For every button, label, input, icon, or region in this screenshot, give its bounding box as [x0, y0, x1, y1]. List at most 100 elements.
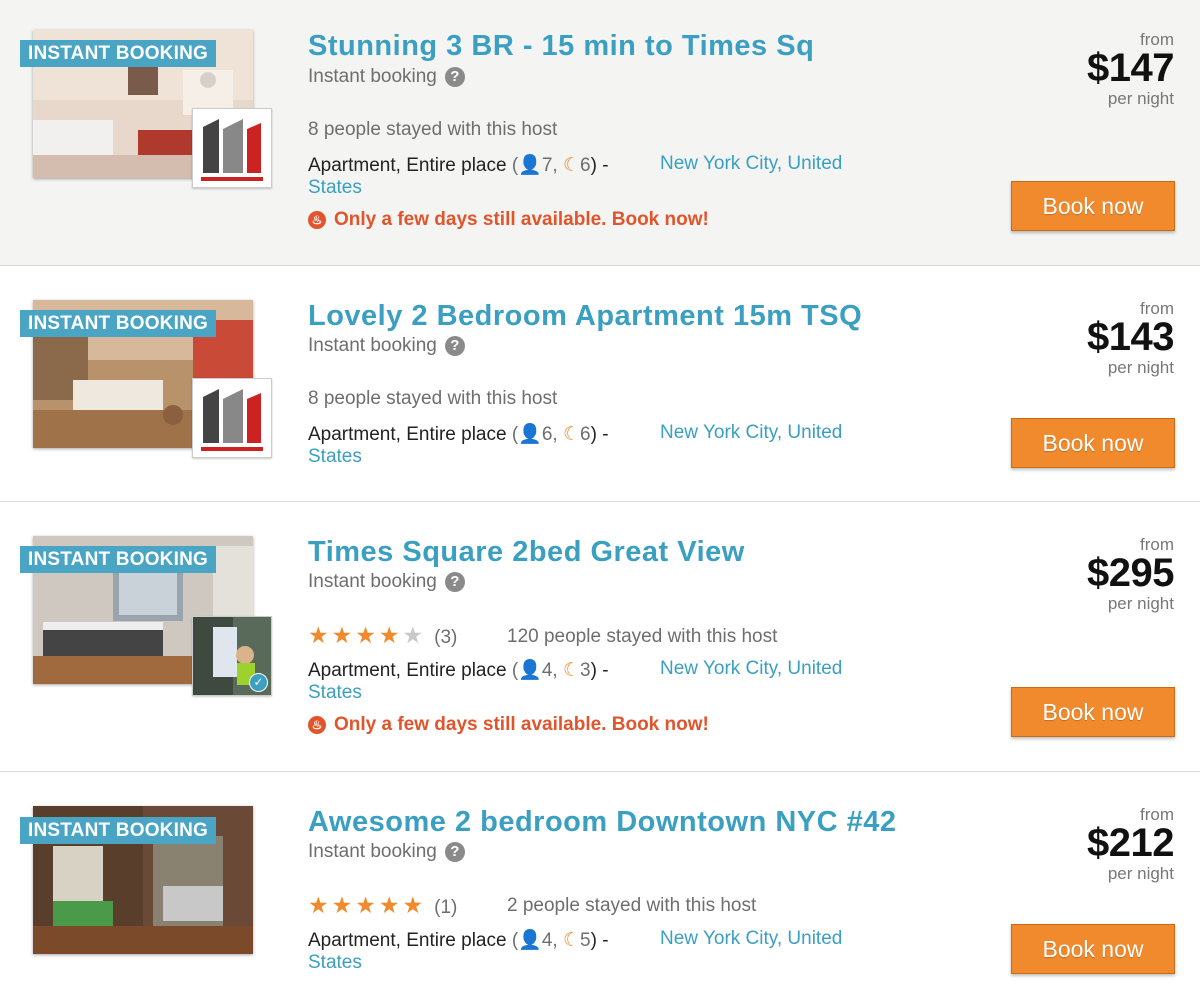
urgency-text: Only a few days still available. Book no… [334, 714, 709, 735]
price-per-night-label: per night [1107, 594, 1174, 613]
price-value: $143 [1087, 315, 1174, 359]
bedroom-moon-icon: ☾ [562, 930, 581, 951]
star-row: ★ ★ ★ ★ ★ [308, 622, 426, 648]
location-link[interactable]: New York City, United [660, 928, 842, 950]
book-now-button[interactable]: Book now [1011, 418, 1175, 468]
listing-details: Apartment, Entire place (👤4, ☾3) - [308, 658, 609, 682]
rating-count: (3) [434, 627, 458, 648]
listing-card: INSTANT BOOKING Stunning 3 BR - 15 min t… [0, 0, 1200, 266]
listing-details: Apartment, Entire place (👤4, ☾5) - [308, 928, 609, 952]
instant-booking-line: Instant booking? [308, 571, 465, 593]
price-per-night-label: per night [1107, 864, 1174, 883]
location-link[interactable]: New York City, United [660, 422, 842, 444]
urgency-notice: ♨ Only a few days still available. Book n… [308, 714, 709, 736]
bedroom-moon-icon: ☾ [562, 155, 581, 176]
star-filled-icon: ★ [402, 892, 424, 918]
fire-icon: ♨ [308, 716, 326, 734]
location-link[interactable]: New York City, United [660, 153, 842, 175]
help-icon[interactable]: ? [444, 572, 465, 592]
price-value: $295 [1087, 551, 1174, 595]
listing-card: INSTANT BOOKING Lovely 2 Bedroom Apartme… [0, 266, 1200, 502]
paren-close: ) - [590, 155, 609, 176]
instant-booking-label: Instant booking [308, 66, 437, 87]
star-filled-icon: ★ [378, 622, 400, 648]
star-filled-icon: ★ [331, 622, 353, 648]
instant-booking-badge: INSTANT BOOKING [20, 310, 216, 337]
instant-booking-badge: INSTANT BOOKING [20, 817, 216, 844]
property-type: Apartment, Entire place [308, 155, 507, 176]
location-link-continued[interactable]: States [308, 446, 362, 468]
host-avatar[interactable]: ✓ [192, 616, 272, 696]
star-filled-icon: ★ [308, 622, 329, 648]
property-type: Apartment, Entire place [308, 930, 507, 951]
star-rating: ★ ★ ★ ★ ★ (1) [308, 892, 457, 919]
star-filled-icon: ★ [355, 892, 376, 918]
book-now-button[interactable]: Book now [1011, 687, 1175, 737]
guest-count: 7, [541, 155, 558, 176]
bedroom-moon-icon: ☾ [562, 660, 581, 681]
location-link-continued[interactable]: States [308, 952, 362, 974]
person-icon: 👤 [518, 424, 542, 445]
location-link-continued[interactable]: States [308, 177, 362, 199]
star-filled-icon: ★ [355, 622, 376, 648]
help-icon[interactable]: ? [444, 336, 465, 356]
stayed-count: 120 people stayed with this host [507, 626, 778, 647]
book-now-button[interactable]: Book now [1011, 181, 1175, 231]
price-value: $147 [1087, 46, 1174, 90]
stayed-count: 8 people stayed with this host [308, 119, 558, 140]
instant-booking-label: Instant booking [308, 841, 437, 862]
price-per-night-label: per night [1107, 89, 1174, 108]
star-filled-icon: ★ [378, 892, 400, 918]
listing-details: Apartment, Entire place (👤6, ☾6) - [308, 422, 609, 446]
location-link[interactable]: New York City, United [660, 658, 842, 680]
guest-count: 4, [541, 660, 558, 681]
listing-card: INSTANT BOOKING Awesome 2 bedroom Downto… [0, 772, 1200, 1000]
instant-booking-label: Instant booking [308, 571, 437, 592]
bedroom-count: 6 [580, 424, 591, 445]
star-row: ★ ★ ★ ★ ★ [308, 892, 426, 918]
star-empty-icon: ★ [402, 622, 424, 648]
star-rating: ★ ★ ★ ★ ★ (3) [308, 622, 457, 649]
price-value: $212 [1087, 821, 1174, 865]
person-icon: 👤 [518, 155, 542, 176]
location-link-continued[interactable]: States [308, 682, 362, 704]
urgency-notice: ♨ Only a few days still available. Book n… [308, 209, 709, 231]
star-filled-icon: ★ [331, 892, 353, 918]
paren-close: ) - [590, 424, 609, 445]
person-icon: 👤 [518, 660, 542, 681]
listing-card: INSTANT BOOKING ✓ Times Square 2bed Grea… [0, 502, 1200, 772]
instant-booking-badge: INSTANT BOOKING [20, 40, 216, 67]
bedroom-count: 6 [580, 155, 591, 176]
guest-count: 4, [541, 930, 558, 951]
listing-title[interactable]: Stunning 3 BR - 15 min to Times Sq [308, 30, 814, 63]
guest-count: 6, [541, 424, 558, 445]
help-icon[interactable]: ? [444, 67, 465, 87]
bedroom-moon-icon: ☾ [562, 424, 581, 445]
verified-check-icon: ✓ [249, 673, 268, 692]
instant-booking-label: Instant booking [308, 335, 437, 356]
stayed-count: 2 people stayed with this host [507, 895, 757, 916]
paren-close: ) - [590, 930, 609, 951]
rating-count: (1) [434, 897, 458, 918]
person-icon: 👤 [518, 930, 542, 951]
stayed-count: 8 people stayed with this host [308, 388, 558, 409]
instant-booking-line: Instant booking? [308, 66, 465, 88]
property-type: Apartment, Entire place [308, 660, 507, 681]
fire-icon: ♨ [308, 211, 326, 229]
help-icon[interactable]: ? [444, 842, 465, 862]
listing-details: Apartment, Entire place (👤7, ☾6) - [308, 153, 609, 177]
instant-booking-line: Instant booking? [308, 335, 465, 357]
instant-booking-badge: INSTANT BOOKING [20, 546, 216, 573]
book-now-button[interactable]: Book now [1011, 924, 1175, 974]
bedroom-count: 3 [580, 660, 591, 681]
paren-close: ) - [590, 660, 609, 681]
host-logo[interactable] [192, 108, 272, 188]
star-filled-icon: ★ [308, 892, 329, 918]
price-per-night-label: per night [1107, 358, 1174, 377]
listing-title[interactable]: Awesome 2 bedroom Downtown NYC #42 [308, 806, 897, 839]
listing-title[interactable]: Times Square 2bed Great View [308, 536, 745, 569]
host-logo[interactable] [192, 378, 272, 458]
listing-title[interactable]: Lovely 2 Bedroom Apartment 15m TSQ [308, 300, 862, 333]
bedroom-count: 5 [580, 930, 591, 951]
instant-booking-line: Instant booking? [308, 841, 465, 863]
